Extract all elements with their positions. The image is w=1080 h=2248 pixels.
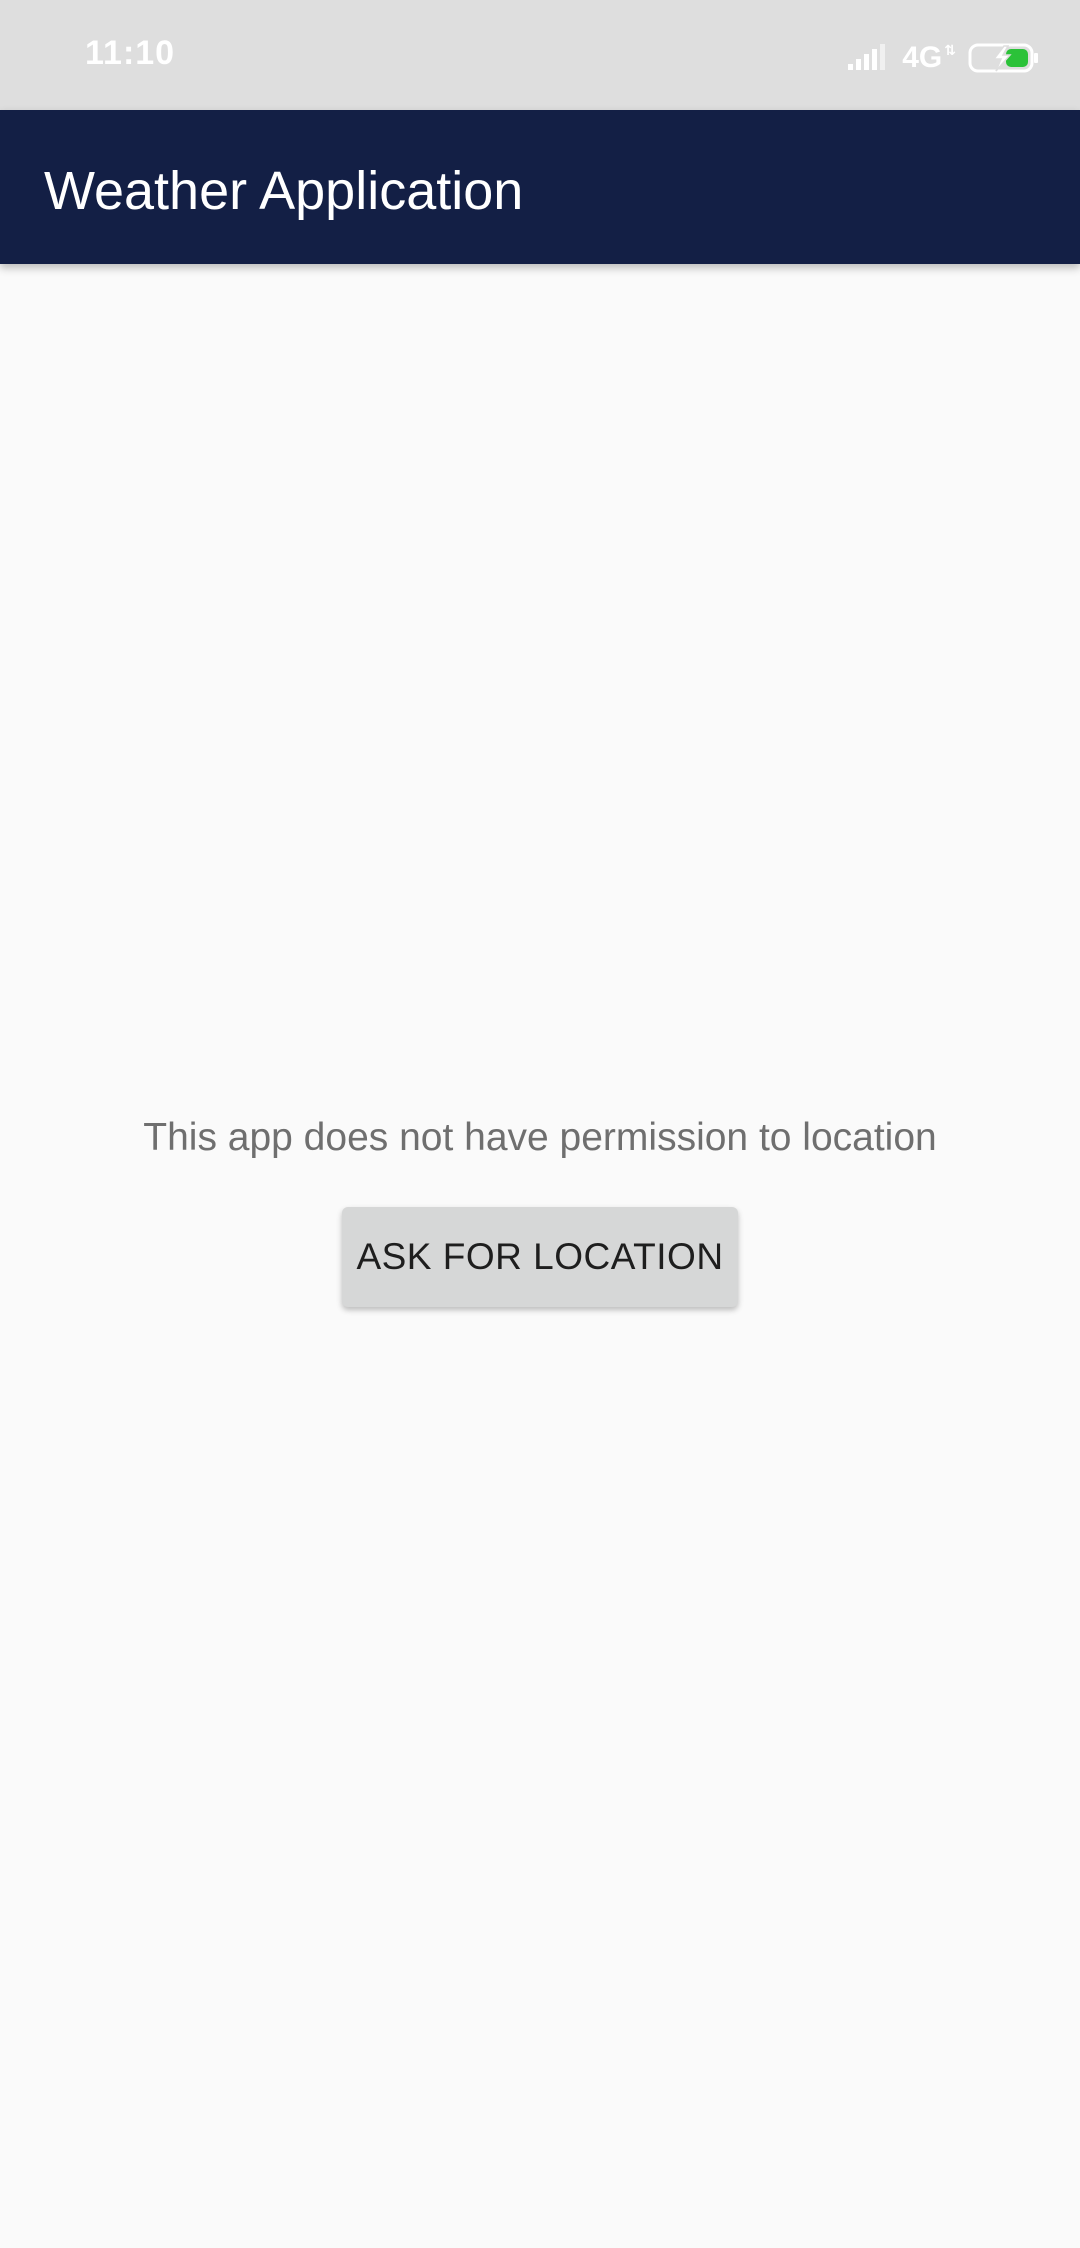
main-content: This app does not have permission to loc…	[0, 264, 1080, 2248]
status-bar: 11:10 4G ⇅	[0, 0, 1080, 110]
status-time: 11:10	[85, 34, 176, 72]
network-type-label: 4G	[902, 41, 943, 74]
ask-for-location-button[interactable]: ASK FOR LOCATION	[342, 1207, 738, 1307]
battery-charging-icon	[968, 43, 1038, 73]
network-type: 4G ⇅	[902, 41, 956, 75]
data-arrows-icon: ⇅	[944, 42, 956, 58]
signal-icon	[848, 44, 886, 70]
app-title: Weather Application	[44, 161, 524, 221]
app-bar: Weather Application	[0, 110, 1080, 264]
status-icons: 4G ⇅	[848, 38, 1040, 78]
permission-message: This app does not have permission to loc…	[143, 1116, 937, 1159]
